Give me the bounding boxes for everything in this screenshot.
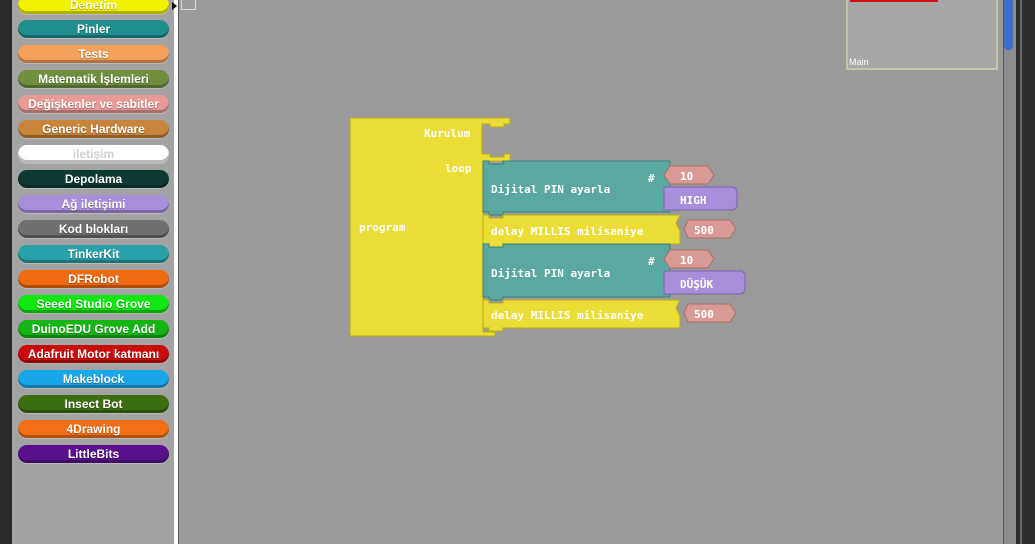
delay-label: delay MILLIS milisaniye: [491, 225, 644, 238]
pin-hash-label: #: [648, 255, 655, 268]
vertical-scrollbar[interactable]: [1003, 0, 1016, 544]
pin-state-value: DÜŞÜK: [680, 277, 713, 291]
program-label: program: [359, 221, 406, 234]
right-window-edge: [1016, 0, 1035, 544]
delay-value: 500: [694, 224, 714, 237]
pin-state-value: HIGH: [680, 194, 707, 207]
digital-pin-label: Dijital PIN ayarla: [491, 183, 610, 196]
workspace-minimap[interactable]: Main: [846, 0, 998, 70]
digital-pin-block[interactable]: Dijital PIN ayarla # 10 DÜŞÜK: [482, 243, 746, 301]
minimap-viewport-indicator: [850, 0, 938, 2]
vertical-scrollbar-thumb[interactable]: [1004, 0, 1013, 50]
minimap-label: Main: [849, 57, 869, 67]
delay-block[interactable]: delay MILLIS milisaniye 500: [482, 214, 737, 248]
delay-value: 500: [694, 308, 714, 321]
pin-hash-label: #: [648, 172, 655, 185]
delay-label: delay MILLIS milisaniye: [491, 309, 644, 322]
loop-label: loop: [445, 162, 472, 175]
right-edge-bar: [1020, 0, 1022, 544]
setup-label: Kurulum: [424, 127, 471, 140]
pin-number-value: 10: [680, 254, 693, 267]
delay-block[interactable]: delay MILLIS milisaniye 500: [482, 299, 737, 332]
digital-pin-label: Dijital PIN ayarla: [491, 267, 610, 280]
digital-pin-block[interactable]: Dijital PIN ayarla # 10 HIGH: [482, 160, 738, 216]
workspace-canvas[interactable]: Kurulum loop program Dijital PIN ayarla …: [0, 0, 1000, 544]
pin-number-value: 10: [680, 170, 693, 183]
